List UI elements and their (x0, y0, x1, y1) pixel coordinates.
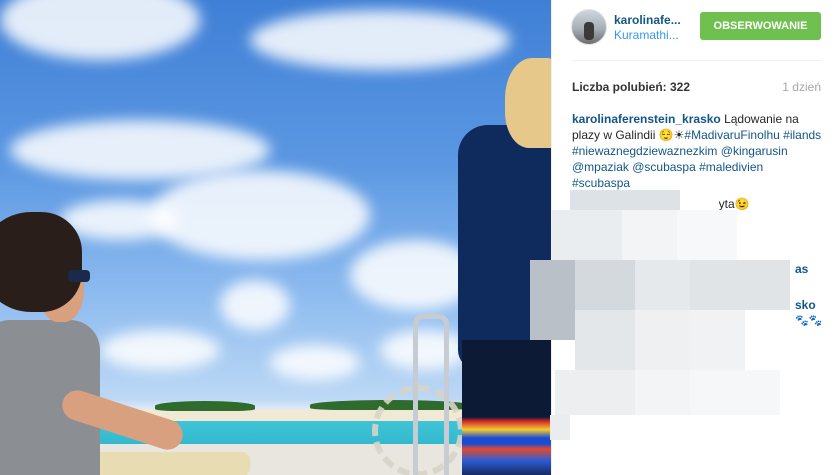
man-hair (505, 58, 551, 148)
hashtag-link[interactable]: #MadivaruFinolhu (684, 128, 779, 142)
caption-author-link[interactable]: karolinaferenstein_krasko (572, 112, 721, 126)
time-ago[interactable]: 1 dzień (782, 80, 821, 94)
cloud (220, 280, 290, 330)
follow-button[interactable]: OBSERWOWANIE (700, 12, 821, 40)
divider (572, 60, 822, 61)
boat-railing (413, 314, 449, 475)
hashtag-link[interactable]: #maledivien (699, 160, 763, 174)
post-header: karolinafe... Kuramathi... OBSERWOWANIE (552, 0, 835, 60)
hashtag-link[interactable]: #ilands (783, 128, 821, 142)
pixel-block (635, 260, 690, 310)
man-shorts (462, 340, 551, 475)
cloud (100, 330, 220, 370)
pixel-block (555, 370, 635, 415)
hashtag-link[interactable]: #niewaznegdziewaznezkim (572, 144, 717, 158)
cloud (270, 345, 360, 380)
pixel-block (690, 310, 745, 370)
pixel-block (570, 190, 680, 210)
mention-link[interactable]: @kingarusin (721, 144, 788, 158)
likes-count[interactable]: Liczba polubień: 322 (572, 80, 690, 94)
cloud (0, 0, 200, 60)
pixel-block (552, 210, 622, 260)
comment-fragment: sko (795, 298, 816, 312)
pixel-block (530, 260, 575, 340)
mention-link[interactable]: @mpaziak (572, 160, 629, 174)
hashtag-link[interactable]: #scubaspa (572, 176, 630, 190)
cloud (150, 170, 370, 260)
username-link[interactable]: karolinafe... (614, 13, 681, 27)
avatar[interactable] (571, 9, 607, 45)
comment-emoji: 🐾🐾 (795, 315, 823, 327)
cloud (250, 10, 510, 70)
pixel-block (677, 210, 737, 260)
pixel-block (690, 260, 790, 310)
pixel-block (635, 310, 690, 370)
woman-hair (0, 212, 82, 312)
pixel-block (690, 370, 780, 415)
mention-link[interactable]: @scubaspa (632, 160, 696, 174)
pixel-block (635, 370, 690, 415)
post-photo[interactable] (0, 0, 551, 475)
pixel-block (575, 310, 635, 370)
comment-fragment: as (795, 262, 809, 276)
post-caption: karolinaferenstein_krasko Lądowanie na p… (572, 111, 822, 191)
island (155, 401, 255, 411)
sunglasses (68, 270, 90, 282)
location-link[interactable]: Kuramathi... (614, 28, 679, 42)
pixel-block (575, 260, 635, 310)
pixel-block (550, 415, 570, 440)
pixel-block (622, 210, 677, 260)
comment-text: yta😉 (718, 197, 750, 211)
